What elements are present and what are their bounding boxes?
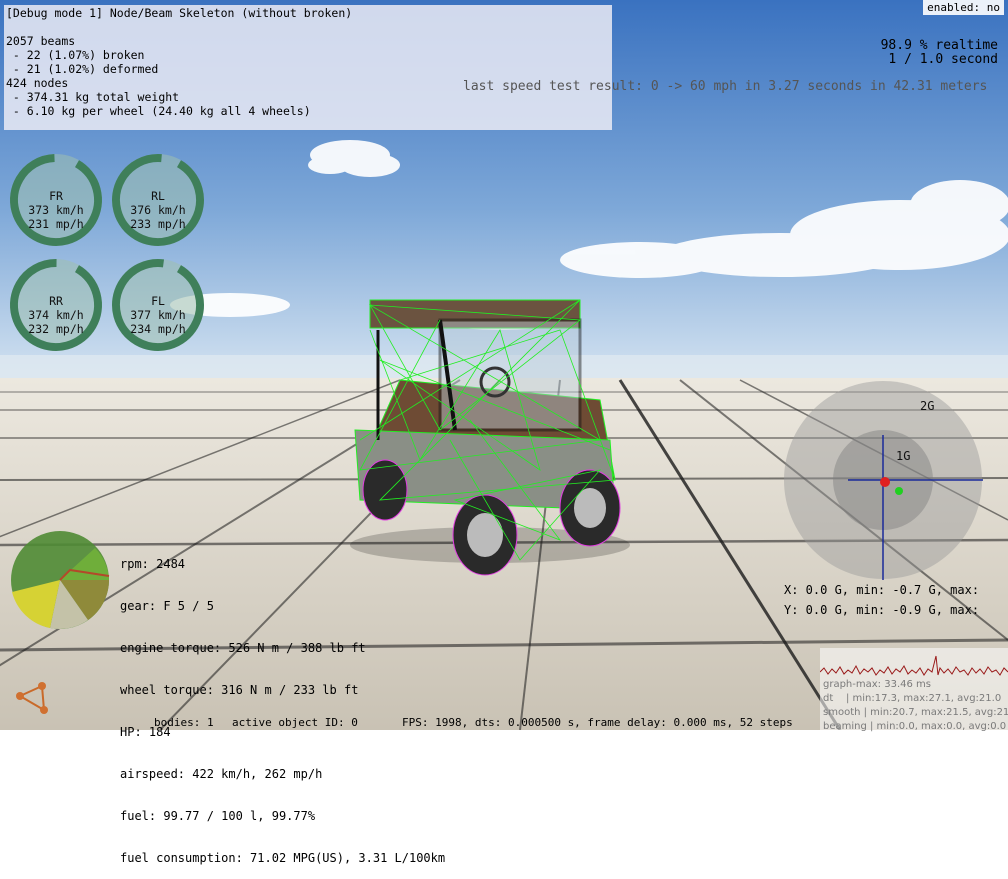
gforce-2g-label: 2G xyxy=(920,399,934,413)
performance-graph: graph-max: 33.46 ms dt | min:17.3, max:2… xyxy=(820,648,1008,732)
gforce-y: Y: 0.0 G, min: -0.9 G, max: xyxy=(784,603,980,617)
wheel-name: FL xyxy=(151,294,165,308)
wheel-name: RR xyxy=(49,294,63,308)
wheel-mph: 231 mp/h xyxy=(28,217,84,231)
wheel-kmh: 373 km/h xyxy=(28,203,84,217)
nodes-count: 424 nodes xyxy=(6,76,69,90)
active-object: active object ID: 0 xyxy=(232,716,358,729)
app-logo-icon xyxy=(16,682,48,714)
graph-smooth: smooth | min:20.7, max:21.5, avg:21.0 xyxy=(823,707,1008,718)
wheel-name: RL xyxy=(151,189,165,203)
wheel-mph: 232 mp/h xyxy=(28,322,84,336)
enabled-status: enabled: no xyxy=(923,0,1004,15)
broken-count: - 22 (1.07%) broken xyxy=(6,48,145,62)
realtime-readout: 98.9 % realtime xyxy=(880,38,998,53)
gear: gear: F 5 / 5 xyxy=(120,599,214,613)
per-wheel-weight: - 6.10 kg per wheel (24.40 kg all 4 whee… xyxy=(6,104,311,118)
wheel-gauge-rr: RR 374 km/h 232 mp/h xyxy=(6,255,106,355)
wheel-kmh: 374 km/h xyxy=(28,308,84,322)
wheel-torque: wheel torque: 316 N m / 233 lb ft xyxy=(120,683,359,697)
wheel-gauge-rl: RL 376 km/h 233 mp/h xyxy=(108,150,208,250)
wheel-name: FR xyxy=(49,189,63,203)
wheel-gauge-fl: FL 377 km/h 234 mp/h xyxy=(108,255,208,355)
second-readout: 1 / 1.0 second xyxy=(888,52,998,67)
speed-test-result: last speed test result: 0 -> 60 mph in 3… xyxy=(463,79,988,94)
engine-torque: engine torque: 526 N m / 388 lb ft xyxy=(120,641,366,655)
debug-info-panel: [Debug mode 1] Node/Beam Skeleton (witho… xyxy=(4,5,612,130)
fuel: fuel: 99.77 / 100 l, 99.77% xyxy=(120,809,316,823)
graph-dt: dt | min:17.3, max:27.1, avg:21.0 xyxy=(823,693,1002,704)
beams-count: 2057 beams xyxy=(6,34,76,48)
wheel-mph: 234 mp/h xyxy=(130,322,186,336)
wheel-gauge-fr: FR 373 km/h 231 mp/h xyxy=(6,150,106,250)
fuel-consumption: fuel consumption: 71.02 MPG(US), 3.31 L/… xyxy=(120,851,446,865)
gforce-x: X: 0.0 G, min: -0.7 G, max: xyxy=(784,583,980,597)
wheel-kmh: 377 km/h xyxy=(130,308,186,322)
fps-readout: FPS: 1998, dts: 0.000500 s, frame delay:… xyxy=(402,716,793,729)
airspeed: airspeed: 422 km/h, 262 mp/h xyxy=(120,767,323,781)
debug-title: [Debug mode 1] Node/Beam Skeleton (witho… xyxy=(6,6,353,20)
bodies-count: bodies: 1 xyxy=(154,716,214,729)
total-weight: - 374.31 kg total weight xyxy=(6,90,180,104)
status-bar: bodies: 1 active object ID: 0 FPS: 1998,… xyxy=(150,716,820,730)
gforce-1g-label: 1G xyxy=(896,449,910,463)
wheel-kmh: 376 km/h xyxy=(130,203,186,217)
engine-pie-chart-icon xyxy=(11,531,110,629)
deformed-count: - 21 (1.02%) deformed xyxy=(6,62,159,76)
graph-max: graph-max: 33.46 ms xyxy=(823,679,931,690)
gforce-gauge-icon: 2G 1G xyxy=(784,381,983,580)
engine-readout: rpm: 2484 gear: F 5 / 5 engine torque: 5… xyxy=(120,529,445,879)
wheel-mph: 233 mp/h xyxy=(130,217,186,231)
graph-beaming: beaming | min:0.0, max:0.0, avg:0.0 xyxy=(823,721,1007,732)
rpm: rpm: 2484 xyxy=(120,557,186,571)
